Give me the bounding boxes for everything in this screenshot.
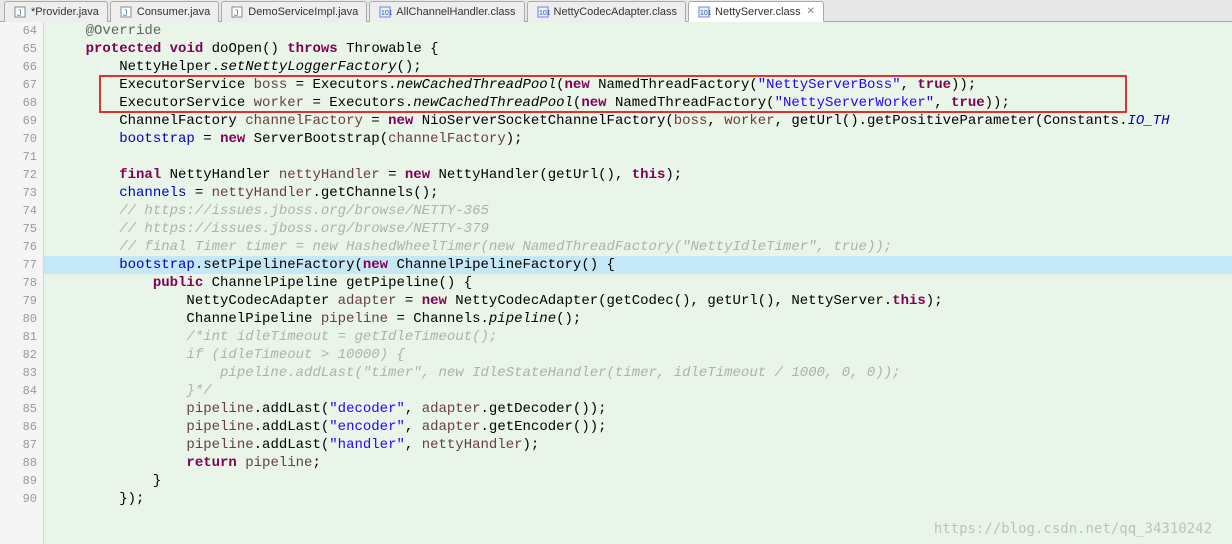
code-line: pipeline.addLast("decoder", adapter.getD… xyxy=(44,400,1232,418)
svg-text:101: 101 xyxy=(381,10,392,17)
code-line: protected void doOpen() throws Throwable… xyxy=(44,40,1232,58)
class-file-icon: 101 xyxy=(536,5,550,19)
line-number: 71 xyxy=(0,148,37,166)
tab-label: DemoServiceImpl.java xyxy=(248,6,358,18)
code-line: // https://issues.jboss.org/browse/NETTY… xyxy=(44,202,1232,220)
code-viewport[interactable]: @Override protected void doOpen() throws… xyxy=(44,22,1232,544)
line-number: 72 xyxy=(0,166,37,184)
svg-text:J: J xyxy=(123,8,128,18)
line-number: 82 xyxy=(0,346,37,364)
code-line: /*int idleTimeout = getIdleTimeout(); xyxy=(44,328,1232,346)
code-line: pipeline.addLast("handler", nettyHandler… xyxy=(44,436,1232,454)
line-number: 79 xyxy=(0,292,37,310)
code-line: return pipeline; xyxy=(44,454,1232,472)
code-line: @Override xyxy=(44,22,1232,40)
line-number: 87 xyxy=(0,436,37,454)
line-number: 81 xyxy=(0,328,37,346)
code-line: bootstrap.setPipelineFactory(new Channel… xyxy=(44,256,1232,274)
line-number: 70 xyxy=(0,130,37,148)
code-line: pipeline.addLast("timer", new IdleStateH… xyxy=(44,364,1232,382)
code-line: public ChannelPipeline getPipeline() { xyxy=(44,274,1232,292)
line-number: 77 xyxy=(0,256,37,274)
line-number: 78 xyxy=(0,274,37,292)
line-number: 85 xyxy=(0,400,37,418)
code-line: } xyxy=(44,472,1232,490)
line-number: 64 xyxy=(0,22,37,40)
tab-allchannel[interactable]: 101 AllChannelHandler.class xyxy=(369,1,524,22)
line-gutter: 6465666768697071727374757677787980818283… xyxy=(0,22,44,544)
tab-label: Consumer.java xyxy=(137,6,210,18)
line-number: 69 xyxy=(0,112,37,130)
code-line: bootstrap = new ServerBootstrap(channelF… xyxy=(44,130,1232,148)
class-file-icon: 101 xyxy=(378,5,392,19)
code-line: if (idleTimeout > 10000) { xyxy=(44,346,1232,364)
code-line: // final Timer timer = new HashedWheelTi… xyxy=(44,238,1232,256)
java-file-icon: J xyxy=(13,5,27,19)
line-number: 73 xyxy=(0,184,37,202)
tab-consumer[interactable]: J Consumer.java xyxy=(110,1,219,22)
code-line: ChannelPipeline pipeline = Channels.pipe… xyxy=(44,310,1232,328)
editor-tabs: J *Provider.java J Consumer.java J DemoS… xyxy=(0,0,1232,22)
tab-label: NettyCodecAdapter.class xyxy=(554,6,678,18)
tab-label: NettyServer.class xyxy=(715,6,801,18)
code-line: NettyCodecAdapter adapter = new NettyCod… xyxy=(44,292,1232,310)
line-number: 75 xyxy=(0,220,37,238)
close-icon[interactable]: ✕ xyxy=(807,6,815,17)
tab-nettyserver[interactable]: 101 NettyServer.class ✕ xyxy=(688,1,824,22)
line-number: 84 xyxy=(0,382,37,400)
line-number: 80 xyxy=(0,310,37,328)
code-line xyxy=(44,148,1232,166)
tab-demoservice[interactable]: J DemoServiceImpl.java xyxy=(221,1,367,22)
code-line: }*/ xyxy=(44,382,1232,400)
line-number: 74 xyxy=(0,202,37,220)
editor-area: 6465666768697071727374757677787980818283… xyxy=(0,22,1232,544)
line-number: 67 xyxy=(0,76,37,94)
code-line: // https://issues.jboss.org/browse/NETTY… xyxy=(44,220,1232,238)
java-file-icon: J xyxy=(230,5,244,19)
line-number: 76 xyxy=(0,238,37,256)
line-number: 90 xyxy=(0,490,37,508)
code-line: final NettyHandler nettyHandler = new Ne… xyxy=(44,166,1232,184)
watermark: https://blog.csdn.net/qq_34310242 xyxy=(934,520,1212,538)
code-line: ChannelFactory channelFactory = new NioS… xyxy=(44,112,1232,130)
svg-text:101: 101 xyxy=(700,10,711,17)
tab-provider[interactable]: J *Provider.java xyxy=(4,1,108,22)
line-number: 88 xyxy=(0,454,37,472)
code-line: ExecutorService worker = Executors.newCa… xyxy=(44,94,1232,112)
java-file-icon: J xyxy=(119,5,133,19)
line-number: 65 xyxy=(0,40,37,58)
code-line: channels = nettyHandler.getChannels(); xyxy=(44,184,1232,202)
svg-text:101: 101 xyxy=(539,10,550,17)
tab-nettycodec[interactable]: 101 NettyCodecAdapter.class xyxy=(527,1,687,22)
code-line: }); xyxy=(44,490,1232,508)
line-number: 66 xyxy=(0,58,37,76)
tab-label: AllChannelHandler.class xyxy=(396,6,515,18)
line-number: 68 xyxy=(0,94,37,112)
line-number: 86 xyxy=(0,418,37,436)
svg-text:J: J xyxy=(234,8,239,18)
svg-text:J: J xyxy=(17,8,22,18)
line-number: 89 xyxy=(0,472,37,490)
line-number: 83 xyxy=(0,364,37,382)
class-file-icon: 101 xyxy=(697,5,711,19)
code-line: pipeline.addLast("encoder", adapter.getE… xyxy=(44,418,1232,436)
code-line: ExecutorService boss = Executors.newCach… xyxy=(44,76,1232,94)
code-line: NettyHelper.setNettyLoggerFactory(); xyxy=(44,58,1232,76)
tab-label: *Provider.java xyxy=(31,6,99,18)
